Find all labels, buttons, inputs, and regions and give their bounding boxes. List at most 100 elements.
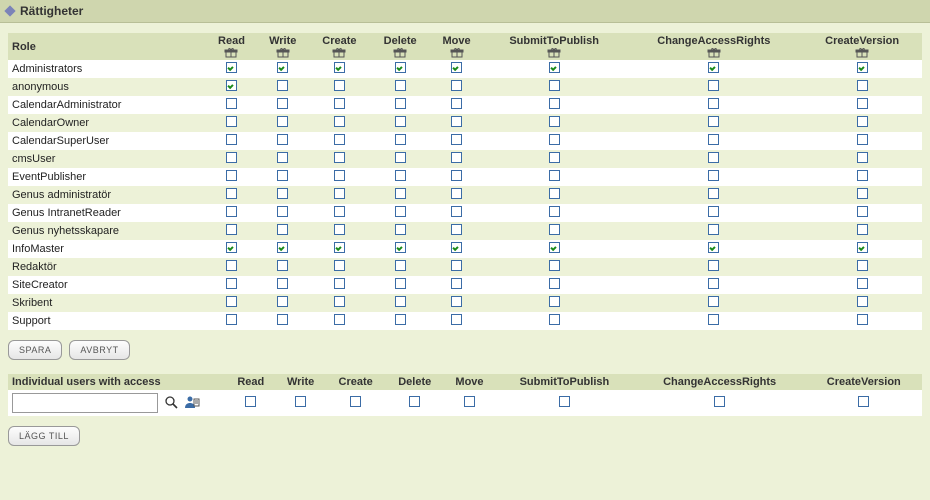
role-checkbox-move[interactable] bbox=[451, 278, 462, 289]
role-checkbox-version[interactable] bbox=[857, 98, 868, 109]
role-checkbox-write[interactable] bbox=[277, 80, 288, 91]
role-checkbox-write[interactable] bbox=[277, 278, 288, 289]
role-checkbox-access[interactable] bbox=[708, 278, 719, 289]
role-checkbox-version[interactable] bbox=[857, 80, 868, 91]
role-checkbox-version[interactable] bbox=[857, 170, 868, 181]
role-checkbox-version[interactable] bbox=[857, 242, 868, 253]
role-checkbox-read[interactable] bbox=[226, 206, 237, 217]
role-checkbox-access[interactable] bbox=[708, 62, 719, 73]
role-checkbox-submit[interactable] bbox=[549, 278, 560, 289]
role-checkbox-read[interactable] bbox=[226, 260, 237, 271]
role-checkbox-read[interactable] bbox=[226, 314, 237, 325]
role-checkbox-create[interactable] bbox=[334, 170, 345, 181]
role-checkbox-submit[interactable] bbox=[549, 62, 560, 73]
role-checkbox-access[interactable] bbox=[708, 188, 719, 199]
role-checkbox-submit[interactable] bbox=[549, 296, 560, 307]
role-checkbox-submit[interactable] bbox=[549, 98, 560, 109]
role-checkbox-submit[interactable] bbox=[549, 242, 560, 253]
role-checkbox-move[interactable] bbox=[451, 224, 462, 235]
role-checkbox-move[interactable] bbox=[451, 62, 462, 73]
role-checkbox-version[interactable] bbox=[857, 314, 868, 325]
role-checkbox-version[interactable] bbox=[857, 278, 868, 289]
role-checkbox-move[interactable] bbox=[451, 242, 462, 253]
role-checkbox-version[interactable] bbox=[857, 152, 868, 163]
role-checkbox-delete[interactable] bbox=[395, 260, 406, 271]
role-checkbox-move[interactable] bbox=[451, 260, 462, 271]
individual-checkbox-version[interactable] bbox=[858, 396, 869, 407]
role-checkbox-create[interactable] bbox=[334, 260, 345, 271]
role-checkbox-write[interactable] bbox=[277, 206, 288, 217]
role-checkbox-create[interactable] bbox=[334, 116, 345, 127]
role-checkbox-delete[interactable] bbox=[395, 278, 406, 289]
role-checkbox-write[interactable] bbox=[277, 296, 288, 307]
role-checkbox-version[interactable] bbox=[857, 224, 868, 235]
role-checkbox-create[interactable] bbox=[334, 314, 345, 325]
role-checkbox-access[interactable] bbox=[708, 242, 719, 253]
role-checkbox-move[interactable] bbox=[451, 98, 462, 109]
role-checkbox-read[interactable] bbox=[226, 278, 237, 289]
role-checkbox-access[interactable] bbox=[708, 98, 719, 109]
role-checkbox-version[interactable] bbox=[857, 260, 868, 271]
role-checkbox-write[interactable] bbox=[277, 134, 288, 145]
role-checkbox-read[interactable] bbox=[226, 80, 237, 91]
role-checkbox-submit[interactable] bbox=[549, 260, 560, 271]
role-checkbox-access[interactable] bbox=[708, 116, 719, 127]
role-checkbox-delete[interactable] bbox=[395, 188, 406, 199]
individual-checkbox-access[interactable] bbox=[714, 396, 725, 407]
role-checkbox-submit[interactable] bbox=[549, 152, 560, 163]
role-checkbox-read[interactable] bbox=[226, 116, 237, 127]
role-checkbox-read[interactable] bbox=[226, 152, 237, 163]
role-checkbox-move[interactable] bbox=[451, 170, 462, 181]
role-checkbox-access[interactable] bbox=[708, 206, 719, 217]
user-picker-icon[interactable] bbox=[184, 395, 200, 412]
role-checkbox-submit[interactable] bbox=[549, 188, 560, 199]
role-checkbox-access[interactable] bbox=[708, 296, 719, 307]
role-checkbox-access[interactable] bbox=[708, 170, 719, 181]
role-checkbox-read[interactable] bbox=[226, 296, 237, 307]
role-checkbox-submit[interactable] bbox=[549, 134, 560, 145]
role-checkbox-create[interactable] bbox=[334, 134, 345, 145]
role-checkbox-create[interactable] bbox=[334, 278, 345, 289]
role-checkbox-move[interactable] bbox=[451, 188, 462, 199]
role-checkbox-version[interactable] bbox=[857, 134, 868, 145]
role-checkbox-delete[interactable] bbox=[395, 134, 406, 145]
role-checkbox-create[interactable] bbox=[334, 224, 345, 235]
role-checkbox-delete[interactable] bbox=[395, 242, 406, 253]
role-checkbox-move[interactable] bbox=[451, 296, 462, 307]
role-checkbox-write[interactable] bbox=[277, 260, 288, 271]
role-checkbox-submit[interactable] bbox=[549, 206, 560, 217]
role-checkbox-access[interactable] bbox=[708, 314, 719, 325]
role-checkbox-move[interactable] bbox=[451, 152, 462, 163]
individual-checkbox-move[interactable] bbox=[464, 396, 475, 407]
role-checkbox-move[interactable] bbox=[451, 314, 462, 325]
role-checkbox-delete[interactable] bbox=[395, 224, 406, 235]
search-icon[interactable] bbox=[164, 395, 178, 412]
role-checkbox-access[interactable] bbox=[708, 152, 719, 163]
role-checkbox-write[interactable] bbox=[277, 188, 288, 199]
cancel-button[interactable]: AVBRYT bbox=[69, 340, 129, 360]
role-checkbox-delete[interactable] bbox=[395, 116, 406, 127]
role-checkbox-delete[interactable] bbox=[395, 170, 406, 181]
role-checkbox-move[interactable] bbox=[451, 80, 462, 91]
role-checkbox-delete[interactable] bbox=[395, 62, 406, 73]
role-checkbox-read[interactable] bbox=[226, 242, 237, 253]
role-checkbox-delete[interactable] bbox=[395, 314, 406, 325]
role-checkbox-read[interactable] bbox=[226, 224, 237, 235]
individual-checkbox-submit[interactable] bbox=[559, 396, 570, 407]
add-button[interactable]: LÄGG TILL bbox=[8, 426, 80, 446]
role-checkbox-version[interactable] bbox=[857, 62, 868, 73]
role-checkbox-delete[interactable] bbox=[395, 98, 406, 109]
role-checkbox-submit[interactable] bbox=[549, 314, 560, 325]
role-checkbox-read[interactable] bbox=[226, 170, 237, 181]
role-checkbox-delete[interactable] bbox=[395, 80, 406, 91]
user-search-input[interactable] bbox=[12, 393, 158, 413]
role-checkbox-move[interactable] bbox=[451, 206, 462, 217]
role-checkbox-version[interactable] bbox=[857, 188, 868, 199]
role-checkbox-read[interactable] bbox=[226, 188, 237, 199]
role-checkbox-access[interactable] bbox=[708, 80, 719, 91]
role-checkbox-version[interactable] bbox=[857, 206, 868, 217]
role-checkbox-submit[interactable] bbox=[549, 116, 560, 127]
role-checkbox-write[interactable] bbox=[277, 152, 288, 163]
role-checkbox-write[interactable] bbox=[277, 98, 288, 109]
role-checkbox-write[interactable] bbox=[277, 62, 288, 73]
